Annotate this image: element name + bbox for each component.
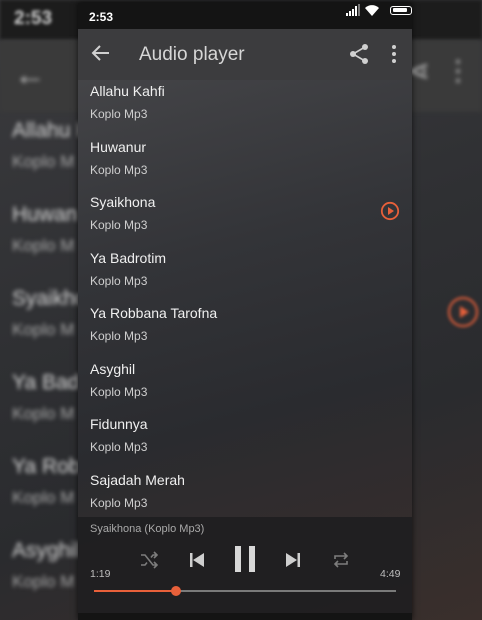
status-time: 2:53 xyxy=(89,10,114,24)
pause-icon[interactable] xyxy=(233,545,257,573)
track-item[interactable]: Asyghil Koplo Mp3 xyxy=(78,360,412,415)
track-subtitle: Koplo Mp3 xyxy=(90,440,148,454)
skip-next-icon[interactable] xyxy=(284,551,302,569)
track-item[interactable]: Huwanur Koplo Mp3 xyxy=(78,138,412,193)
track-list: Allahu Kahfi Koplo Mp3 Huwanur Koplo Mp3… xyxy=(78,80,412,518)
track-subtitle: Koplo Mp3 xyxy=(90,329,148,343)
player-panel: Syaikhona (Koplo Mp3) 1:19 4:49 xyxy=(78,517,412,620)
status-bar: 2:53 xyxy=(78,3,412,29)
back-arrow-icon[interactable] xyxy=(90,42,112,64)
battery-icon xyxy=(390,6,412,15)
track-subtitle: Koplo Mp3 xyxy=(90,163,148,177)
elapsed-time: 1:19 xyxy=(90,568,111,580)
track-title: Ya Badrotim xyxy=(90,250,166,266)
seek-bar[interactable] xyxy=(94,586,396,596)
seek-bar-thumb[interactable] xyxy=(170,586,181,596)
skip-previous-icon[interactable] xyxy=(188,551,206,569)
track-subtitle: Koplo Mp3 xyxy=(90,274,148,288)
track-title: Sajadah Merah xyxy=(90,472,185,488)
track-title: Ya Robbana Tarofna xyxy=(90,305,218,321)
track-title: Fidunnya xyxy=(90,416,148,432)
track-item[interactable]: Sajadah Merah Koplo Mp3 xyxy=(78,471,412,518)
total-time: 4:49 xyxy=(380,568,401,580)
seek-bar-progress xyxy=(94,590,176,592)
background-time: 2:53 xyxy=(14,8,53,29)
track-item[interactable]: Ya Robbana Tarofna Koplo Mp3 xyxy=(78,304,412,359)
track-title: Asyghil xyxy=(90,361,136,377)
app-bar: Audio player xyxy=(78,29,412,80)
track-subtitle: Koplo Mp3 xyxy=(90,218,148,232)
track-item[interactable]: Fidunnya Koplo Mp3 xyxy=(78,415,412,470)
track-title: Allahu Kahfi xyxy=(90,83,165,99)
track-title: Syaikhona xyxy=(90,194,156,210)
phone-screen: 2:53 Audio player Allahu Kahfi Koplo Mp3… xyxy=(78,3,412,620)
track-title: Huwanur xyxy=(90,139,147,155)
track-subtitle: Koplo Mp3 xyxy=(90,107,148,121)
page-title: Audio player xyxy=(139,44,245,65)
track-subtitle: Koplo Mp3 xyxy=(90,385,148,399)
play-circle-icon[interactable] xyxy=(380,201,400,221)
shuffle-icon[interactable] xyxy=(140,551,158,569)
share-icon[interactable] xyxy=(348,43,370,65)
background-back-icon: ← xyxy=(14,56,46,92)
wifi-icon xyxy=(365,5,379,16)
background-play-icon xyxy=(448,297,478,327)
track-item[interactable]: Syaikhona Koplo Mp3 xyxy=(78,193,412,248)
signal-icon xyxy=(346,4,360,16)
more-vert-icon[interactable] xyxy=(386,43,402,65)
now-playing-label: Syaikhona (Koplo Mp3) xyxy=(90,523,205,535)
track-item[interactable]: Allahu Kahfi Koplo Mp3 xyxy=(78,82,412,137)
track-subtitle: Koplo Mp3 xyxy=(90,496,148,510)
background-more-icon: ⋮ xyxy=(444,55,472,86)
track-item[interactable]: Ya Badrotim Koplo Mp3 xyxy=(78,249,412,304)
navigation-bar xyxy=(78,613,412,620)
repeat-icon[interactable] xyxy=(332,551,350,569)
